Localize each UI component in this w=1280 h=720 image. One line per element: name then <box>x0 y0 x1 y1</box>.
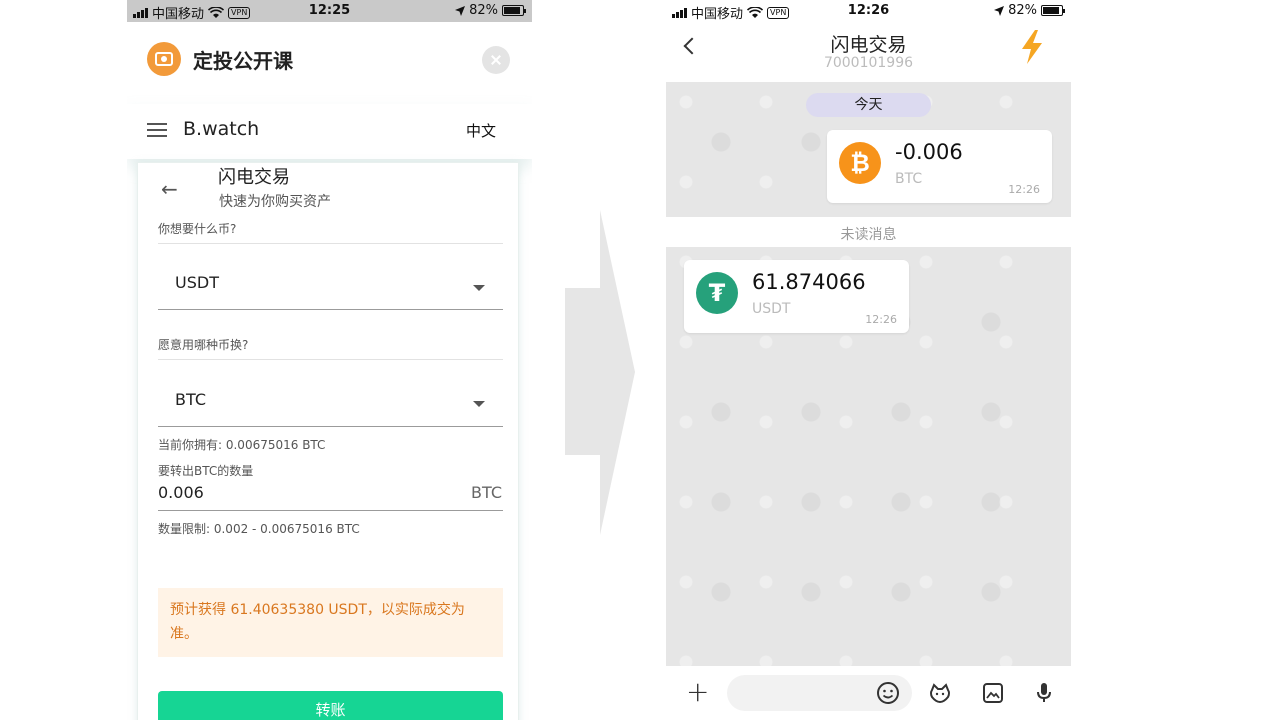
flow-arrow-icon <box>565 210 635 535</box>
top-nav: B.watch 中文 <box>127 104 532 159</box>
status-right: 82% <box>994 3 1065 18</box>
form-title: 闪电交易 <box>218 167 290 188</box>
divider <box>158 243 503 244</box>
estimate-notice: 预计获得 61.40635380 USDT，以实际成交为准。 <box>158 588 503 657</box>
close-button[interactable] <box>482 46 510 74</box>
left-phone-screen: 中国移动 VPN 12:25 82% 定投公开课 B.watch 中文 ← 闪电… <box>127 0 532 720</box>
battery-icon <box>502 5 526 16</box>
mini-app-sheet: 定投公开课 B.watch 中文 ← 闪电交易 快速为你购买资产 你想要什么币?… <box>127 22 532 720</box>
plus-icon[interactable]: + <box>686 678 709 706</box>
chat-title: 闪电交易 <box>830 34 907 56</box>
message-time: 12:26 <box>865 313 897 326</box>
amount-label: 要转出BTC的数量 <box>158 464 254 478</box>
back-arrow-icon[interactable]: ← <box>161 177 178 201</box>
microphone-icon[interactable] <box>1032 681 1056 705</box>
battery-icon <box>1041 5 1065 16</box>
pay-coin-select[interactable]: BTC <box>175 390 206 409</box>
app-title: 定投公开课 <box>193 48 293 73</box>
amount-underline <box>158 510 503 511</box>
chat-input-bar: + <box>666 666 1071 720</box>
message-symbol: BTC <box>895 171 923 187</box>
location-arrow-icon <box>455 5 466 16</box>
amount-limit: 数量限制: 0.002 - 0.00675016 BTC <box>158 522 360 536</box>
chevron-down-icon[interactable] <box>473 401 485 407</box>
tether-icon: ₮ <box>696 272 738 314</box>
amount-input[interactable]: 0.006 <box>158 483 204 502</box>
right-phone-screen: 中国移动 VPN 12:26 82% 闪电交易 7000101996 今天 ₿ … <box>666 0 1071 720</box>
form-subtitle: 快速为你购买资产 <box>219 194 331 210</box>
chat-id: 7000101996 <box>823 55 914 71</box>
trade-form-card: ← 闪电交易 快速为你购买资产 你想要什么币? USDT 愿意用哪种币换? BT… <box>137 162 519 720</box>
transfer-button[interactable]: 转账 <box>158 691 503 720</box>
select-underline <box>158 309 503 310</box>
mini-app-header: 定投公开课 <box>147 42 293 76</box>
menu-icon[interactable] <box>147 123 167 137</box>
holding-balance: 当前你拥有: 0.00675016 BTC <box>158 438 326 452</box>
battery-percent: 82% <box>469 3 498 18</box>
app-logo-icon <box>147 42 181 76</box>
lightning-icon[interactable] <box>1019 30 1045 64</box>
select-underline <box>158 426 503 427</box>
message-amount: 61.874066 <box>752 270 866 294</box>
date-separator: 今天 <box>806 93 931 117</box>
location-arrow-icon <box>994 5 1005 16</box>
message-time: 12:26 <box>1008 183 1040 196</box>
message-amount: -0.006 <box>895 140 963 164</box>
want-coin-select[interactable]: USDT <box>175 273 219 292</box>
message-bubble-incoming[interactable]: ₮ 61.874066 USDT 12:26 <box>684 260 909 333</box>
image-icon[interactable] <box>981 681 1005 705</box>
bitcoin-icon: ₿ <box>839 142 881 184</box>
language-switch[interactable]: 中文 <box>466 120 496 141</box>
status-right: 82% <box>455 3 526 18</box>
status-bar: 中国移动 VPN 12:25 82% <box>127 0 532 22</box>
message-bubble-outgoing[interactable]: ₿ -0.006 BTC 12:26 <box>827 130 1052 203</box>
sticker-icon[interactable] <box>928 681 952 705</box>
chevron-down-icon[interactable] <box>473 285 485 291</box>
want-coin-label: 你想要什么币? <box>158 222 237 236</box>
unread-label: 未读消息 <box>840 227 897 243</box>
amount-unit: BTC <box>471 483 502 502</box>
chat-header: 闪电交易 7000101996 <box>666 22 1071 82</box>
brand-label[interactable]: B.watch <box>183 118 259 140</box>
divider <box>158 359 503 360</box>
battery-percent: 82% <box>1008 3 1037 18</box>
message-symbol: USDT <box>752 301 791 317</box>
status-bar: 中国移动 VPN 12:26 82% <box>666 0 1071 22</box>
emoji-icon[interactable] <box>876 681 900 705</box>
chat-messages-area: 今天 ₿ -0.006 BTC 12:26 未读消息 ₮ 61.874066 U… <box>666 82 1071 666</box>
pay-coin-label: 愿意用哪种币换? <box>158 338 249 352</box>
